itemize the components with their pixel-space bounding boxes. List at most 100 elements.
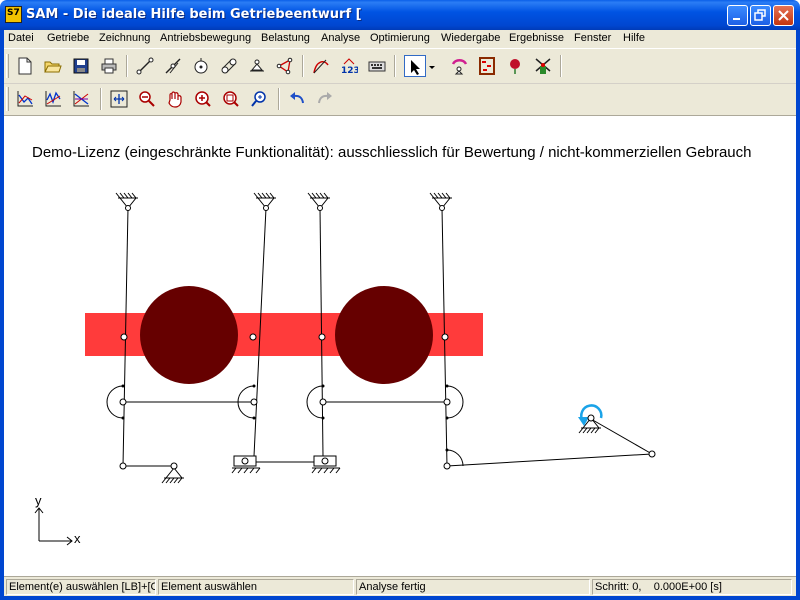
menu-fenster[interactable]: Fenster	[574, 32, 611, 44]
status-step-time: Schritt: 0, 0.000E+00 [s]	[592, 579, 792, 595]
numbering-123-icon: 123	[341, 58, 358, 75]
spline-curve-button[interactable]	[310, 55, 332, 77]
motion-drive-icon	[451, 58, 468, 75]
windmill-button[interactable]	[532, 55, 554, 77]
save-button[interactable]	[70, 55, 92, 77]
abacus-results-icon	[479, 57, 495, 75]
new-file-icon	[18, 57, 32, 75]
menu-bar: Datei Getriebe Zeichnung Antriebsbewegun…	[4, 30, 796, 48]
hinge-support-button[interactable]	[246, 55, 268, 77]
select-arrow-button[interactable]	[404, 55, 426, 77]
chain-element-button[interactable]	[218, 55, 240, 77]
graph-plot-1-icon	[17, 91, 33, 107]
motion-drive-button[interactable]	[448, 55, 470, 77]
pan-hand-button[interactable]	[164, 88, 186, 110]
menu-analyse[interactable]: Analyse	[321, 32, 360, 44]
toolbar-area: 123	[4, 48, 796, 116]
menu-wiedergabe[interactable]: Wiedergabe	[441, 32, 500, 44]
rose-button[interactable]	[504, 55, 526, 77]
gear-element-button[interactable]	[190, 55, 212, 77]
save-icon	[73, 58, 89, 74]
zoom-window-icon	[223, 91, 239, 107]
toolbar-grip[interactable]	[6, 54, 9, 78]
status-time: 0.000E+00 [s]	[653, 581, 722, 593]
zoom-in-button[interactable]	[192, 88, 214, 110]
pin-dots	[121, 384, 449, 452]
menu-antriebsbewegung[interactable]: Antriebsbewegung	[160, 32, 251, 44]
select-arrow-icon	[411, 60, 420, 75]
select-mode-dropdown[interactable]	[427, 55, 437, 77]
print-icon	[101, 58, 117, 74]
menu-ergebnisse[interactable]: Ergebnisse	[509, 32, 564, 44]
menu-zeichnung[interactable]: Zeichnung	[99, 32, 150, 44]
zoom-out-button[interactable]	[136, 88, 158, 110]
redo-button[interactable]	[314, 88, 336, 110]
slider-element-button[interactable]	[162, 55, 184, 77]
toolbar-separator	[278, 88, 280, 110]
beam-element-button[interactable]	[134, 55, 156, 77]
triangle-element-icon	[276, 57, 293, 75]
status-mode: Element auswählen	[158, 579, 354, 595]
app-icon[interactable]: S7	[5, 6, 22, 23]
graph-plot-3-button[interactable]	[70, 88, 92, 110]
abacus-results-button[interactable]	[476, 55, 498, 77]
spline-curve-icon	[313, 59, 329, 74]
windmill-icon	[535, 58, 551, 74]
new-file-button[interactable]	[14, 55, 36, 77]
zoom-dynamic-button[interactable]	[248, 88, 270, 110]
rose-icon	[510, 59, 520, 74]
undo-button[interactable]	[286, 88, 308, 110]
status-bar: Element(e) auswählen [LB]+[C Element aus…	[4, 576, 796, 596]
axis-x-label: x	[74, 531, 81, 546]
open-button[interactable]	[42, 55, 64, 77]
graph-plot-1-button[interactable]	[14, 88, 36, 110]
keyboard-input-button[interactable]	[366, 55, 388, 77]
toolbar-separator	[100, 88, 102, 110]
menu-optimierung[interactable]: Optimierung	[370, 32, 430, 44]
svg-text:123: 123	[341, 66, 358, 75]
minimize-button[interactable]	[727, 5, 748, 26]
gear-element-icon	[194, 58, 208, 74]
menu-datei[interactable]: Datei	[8, 32, 34, 44]
menu-getriebe[interactable]: Getriebe	[47, 32, 89, 44]
minimize-icon	[733, 18, 740, 20]
graph-plot-2-button[interactable]	[42, 88, 64, 110]
mechanism-drawing[interactable]: x y	[4, 116, 796, 576]
fit-view-button[interactable]	[108, 88, 130, 110]
beam-element-icon	[136, 57, 154, 75]
menu-hilfe[interactable]: Hilfe	[623, 32, 645, 44]
toolbar-separator	[302, 55, 304, 77]
slider-element-icon	[165, 58, 181, 74]
title-bar: S7 SAM - Die ideale Hilfe beim Getriebee…	[0, 0, 800, 30]
hinge-support-icon	[250, 59, 264, 72]
toolbar-grip[interactable]	[6, 87, 9, 111]
zoom-window-button[interactable]	[220, 88, 242, 110]
toolbar-main: 123	[4, 51, 796, 83]
close-icon	[778, 10, 789, 21]
toolbar-separator	[126, 55, 128, 77]
keyboard-input-icon	[368, 61, 386, 72]
numbering-button[interactable]: 123	[338, 55, 360, 77]
bottom-supports	[161, 417, 602, 484]
close-button[interactable]	[773, 5, 794, 26]
menu-belastung[interactable]: Belastung	[261, 32, 310, 44]
triangle-element-button[interactable]	[274, 55, 296, 77]
fit-view-icon	[110, 90, 128, 108]
axis-y-label: y	[35, 493, 42, 508]
print-button[interactable]	[98, 55, 120, 77]
pulley-wheel-left[interactable]	[140, 286, 238, 384]
pulley-wheel-right[interactable]	[335, 286, 433, 384]
window-frame-bottom	[0, 596, 800, 600]
drawing-canvas[interactable]: Demo-Lizenz (eingeschränkte Funktionalit…	[4, 116, 796, 576]
zoom-dynamic-icon	[251, 91, 266, 107]
open-folder-icon	[44, 61, 62, 73]
status-selection-hint: Element(e) auswählen [LB]+[C	[6, 579, 156, 595]
graph-plot-2-icon	[45, 91, 61, 107]
chain-element-icon	[221, 58, 237, 74]
undo-icon	[290, 92, 304, 104]
toolbar-separator	[394, 55, 396, 77]
redo-icon	[318, 92, 332, 104]
graph-plot-3-icon	[73, 91, 89, 107]
maximize-button[interactable]	[750, 5, 771, 26]
dropdown-arrow-icon	[429, 66, 435, 69]
